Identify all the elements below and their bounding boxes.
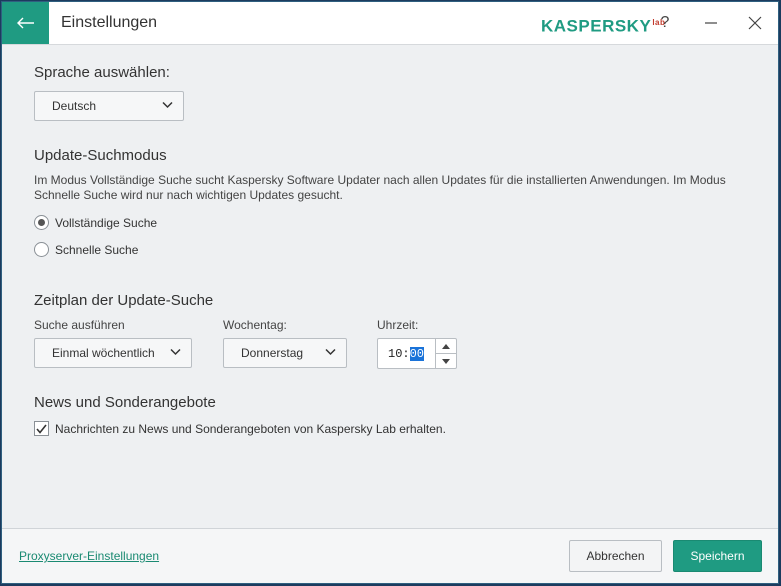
radio-label: Vollständige Suche xyxy=(55,215,158,230)
spin-up-button[interactable] xyxy=(436,339,456,354)
caret-down-icon xyxy=(442,358,450,364)
frequency-value: Einmal wöchentlich xyxy=(52,346,155,360)
schedule-heading: Zeitplan der Update-Suche xyxy=(34,292,214,309)
news-checkbox[interactable] xyxy=(34,421,49,436)
language-heading: Sprache auswählen: xyxy=(34,64,170,81)
hour-field[interactable]: 10 xyxy=(388,347,402,361)
footer-bar: Proxyserver-Einstellungen Abbrechen Spei… xyxy=(2,528,778,583)
frequency-select[interactable]: Einmal wöchentlich xyxy=(34,338,192,368)
help-button[interactable]: ? xyxy=(645,2,685,44)
radio-button-unchecked[interactable] xyxy=(34,242,49,257)
proxy-settings-link[interactable]: Proxyserver-Einstellungen xyxy=(19,549,159,563)
time-label: Uhrzeit: xyxy=(377,318,419,332)
weekday-label: Wochentag: xyxy=(223,318,287,332)
news-checkbox-row[interactable]: Nachrichten zu News und Sonderangeboten … xyxy=(34,421,446,436)
update-mode-description: Im Modus Vollständige Suche sucht Kasper… xyxy=(34,173,726,202)
language-value: Deutsch xyxy=(52,99,97,113)
brand-name: KASPERSKY xyxy=(541,16,652,36)
chevron-down-icon xyxy=(325,348,336,356)
window-title: Einstellungen xyxy=(61,14,158,31)
radio-label: Schnelle Suche xyxy=(55,242,139,257)
spin-down-button[interactable] xyxy=(436,354,456,368)
caret-up-icon xyxy=(442,343,450,349)
run-search-label: Suche ausführen xyxy=(34,318,125,332)
help-icon: ? xyxy=(660,14,670,31)
minimize-icon xyxy=(705,22,717,24)
radio-full-search[interactable]: Vollständige Suche xyxy=(34,215,157,230)
chevron-down-icon xyxy=(162,101,173,109)
cancel-button[interactable]: Abbrechen xyxy=(569,540,662,572)
news-heading: News und Sonderangebote xyxy=(34,394,216,411)
radio-button-checked[interactable] xyxy=(34,215,49,230)
radio-quick-search[interactable]: Schnelle Suche xyxy=(34,242,138,257)
minute-field[interactable]: 00 xyxy=(409,347,425,361)
save-button[interactable]: Speichern xyxy=(673,540,762,572)
weekday-value: Donnerstag xyxy=(241,346,304,360)
title-bar: Einstellungen KASPERSKYlab ? xyxy=(2,2,778,45)
checkmark-icon xyxy=(36,424,47,434)
language-select[interactable]: Deutsch xyxy=(34,91,184,121)
time-input[interactable]: 10:00 xyxy=(377,338,457,369)
close-button[interactable] xyxy=(735,2,775,44)
weekday-select[interactable]: Donnerstag xyxy=(223,338,347,368)
back-button[interactable] xyxy=(2,2,49,44)
settings-window: Einstellungen KASPERSKYlab ? Sprache aus… xyxy=(1,1,779,584)
update-mode-heading: Update-Suchmodus xyxy=(34,147,167,164)
news-checkbox-label: Nachrichten zu News und Sonderangeboten … xyxy=(55,421,446,436)
close-icon xyxy=(748,16,762,30)
time-spinner[interactable] xyxy=(435,339,456,368)
chevron-down-icon xyxy=(170,348,181,356)
arrow-left-icon xyxy=(16,17,34,29)
minimize-button[interactable] xyxy=(691,2,731,44)
time-value[interactable]: 10:00 xyxy=(388,347,425,361)
